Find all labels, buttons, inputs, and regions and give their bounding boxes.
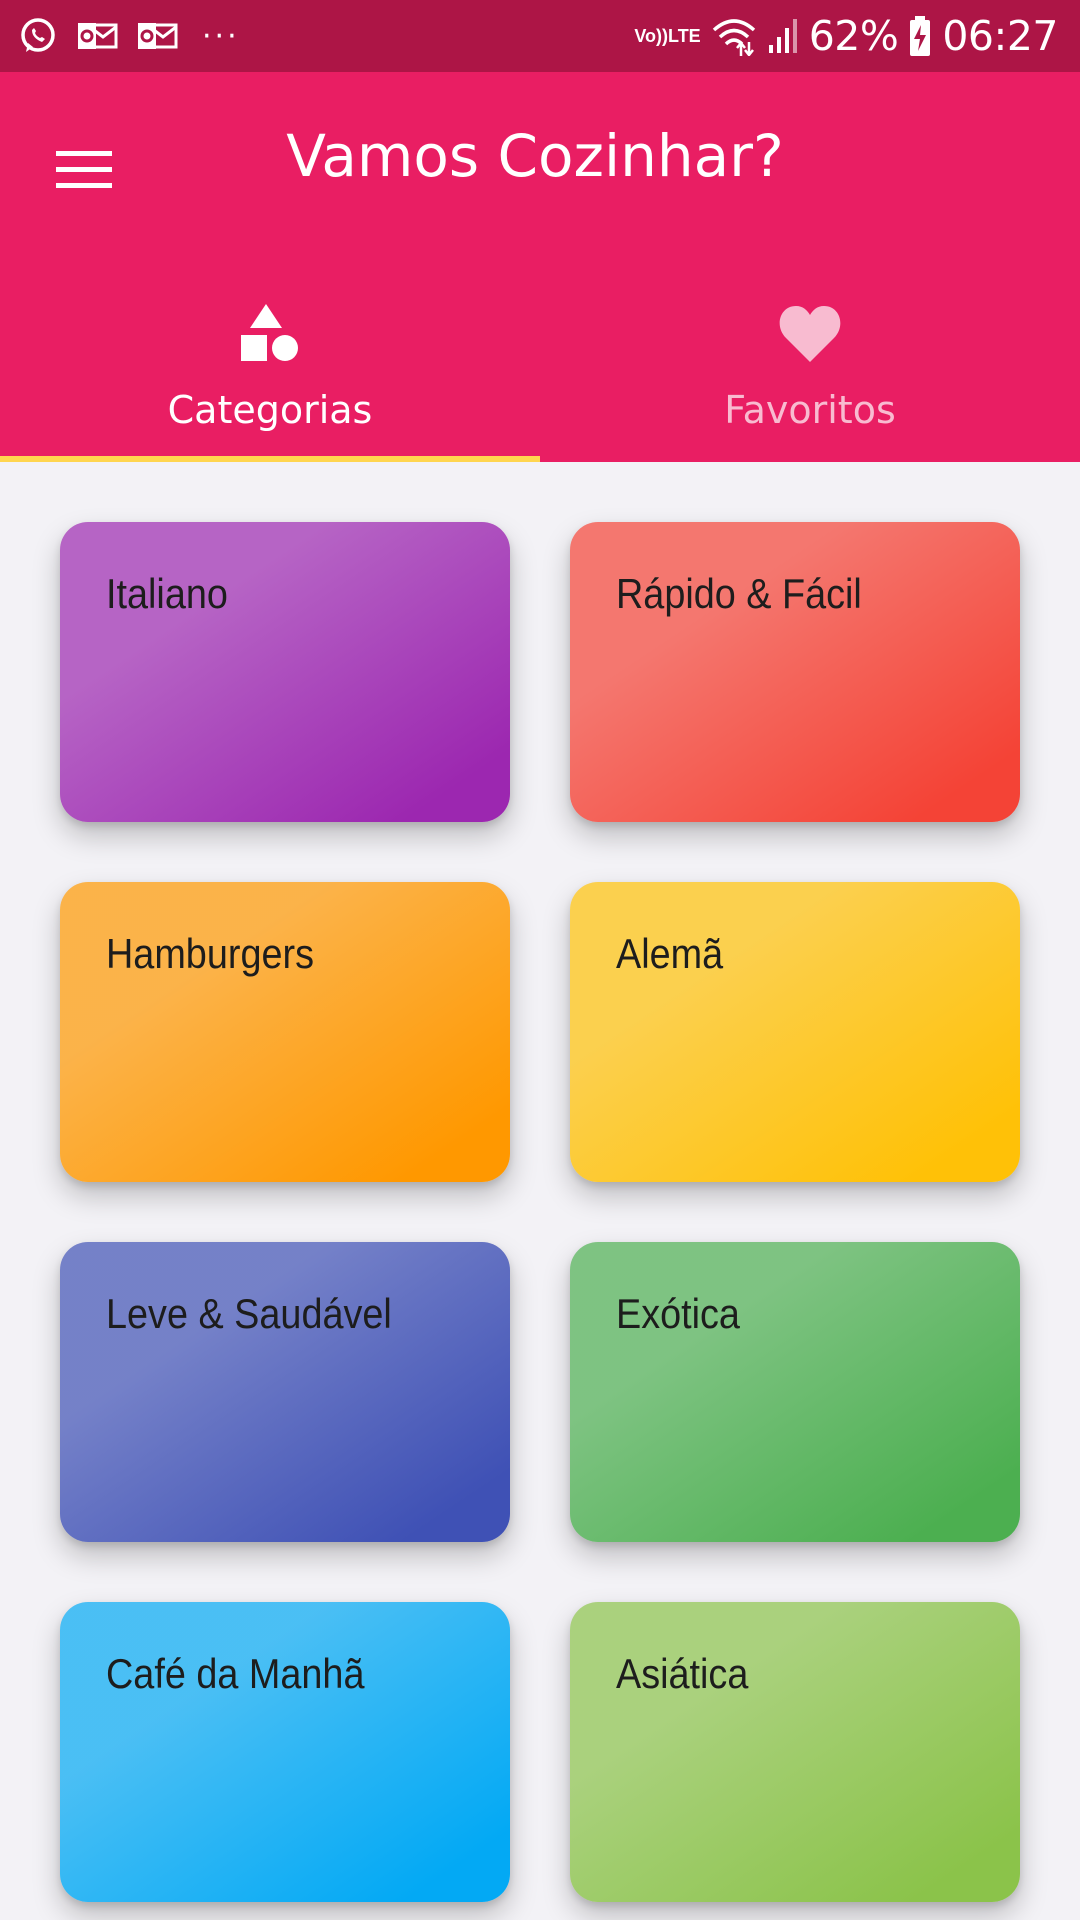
whatsapp-icon <box>18 16 58 56</box>
category-card-asiatica[interactable]: Asiática <box>570 1602 1020 1902</box>
category-card-alema[interactable]: Alemã <box>570 882 1020 1182</box>
battery-percent: 62% <box>808 12 899 60</box>
battery-charging-icon <box>908 15 932 57</box>
system-icons: Vo)) LTE 62% 06:27 <box>624 0 1058 72</box>
category-label: Leve & Saudável <box>106 1290 392 1337</box>
tab-bar: Categorias Favoritos <box>0 262 1080 462</box>
wifi-icon <box>711 16 757 56</box>
tab-categorias[interactable]: Categorias <box>0 262 540 462</box>
category-label: Asiática <box>616 1650 749 1697</box>
page-title: Vamos Cozinhar? <box>286 122 784 190</box>
category-card-cafe-da-manha[interactable]: Café da Manhã <box>60 1602 510 1902</box>
outlook-icon <box>76 19 118 53</box>
category-label: Hamburgers <box>106 930 314 977</box>
category-card-leve-saudavel[interactable]: Leve & Saudável <box>60 1242 510 1542</box>
category-card-hamburgers[interactable]: Hamburgers <box>60 882 510 1182</box>
category-grid: Italiano Rápido & Fácil Hamburgers Alemã… <box>60 522 1020 1902</box>
more-notifications-icon: ··· <box>202 18 240 54</box>
app-bar: Vamos Cozinhar? Categorias Favoritos <box>0 72 1080 462</box>
category-label: Exótica <box>616 1290 740 1337</box>
selected-tab-indicator <box>0 456 540 462</box>
category-label: Café da Manhã <box>106 1650 365 1697</box>
volte-icon: Vo)) LTE <box>634 27 700 45</box>
signal-icon <box>767 17 799 55</box>
outlook-icon <box>136 19 178 53</box>
clock: 06:27 <box>942 12 1058 60</box>
category-card-italiano[interactable]: Italiano <box>60 522 510 822</box>
category-label: Alemã <box>616 930 724 977</box>
volte-bottom-label: LTE <box>668 26 701 46</box>
status-bar: ··· Vo)) LTE 62% 06:27 <box>0 0 1080 72</box>
tab-label-categorias: Categorias <box>167 388 373 432</box>
category-card-exotica[interactable]: Exótica <box>570 1242 1020 1542</box>
category-shapes-icon <box>239 298 301 368</box>
heart-icon <box>778 298 842 368</box>
category-card-rapido-facil[interactable]: Rápido & Fácil <box>570 522 1020 822</box>
category-label: Rápido & Fácil <box>616 570 862 617</box>
notification-icons: ··· <box>18 0 258 72</box>
category-label: Italiano <box>106 570 228 617</box>
tab-favoritos[interactable]: Favoritos <box>540 262 1080 462</box>
volte-top-label: Vo)) <box>634 26 669 46</box>
tab-label-favoritos: Favoritos <box>724 388 896 432</box>
